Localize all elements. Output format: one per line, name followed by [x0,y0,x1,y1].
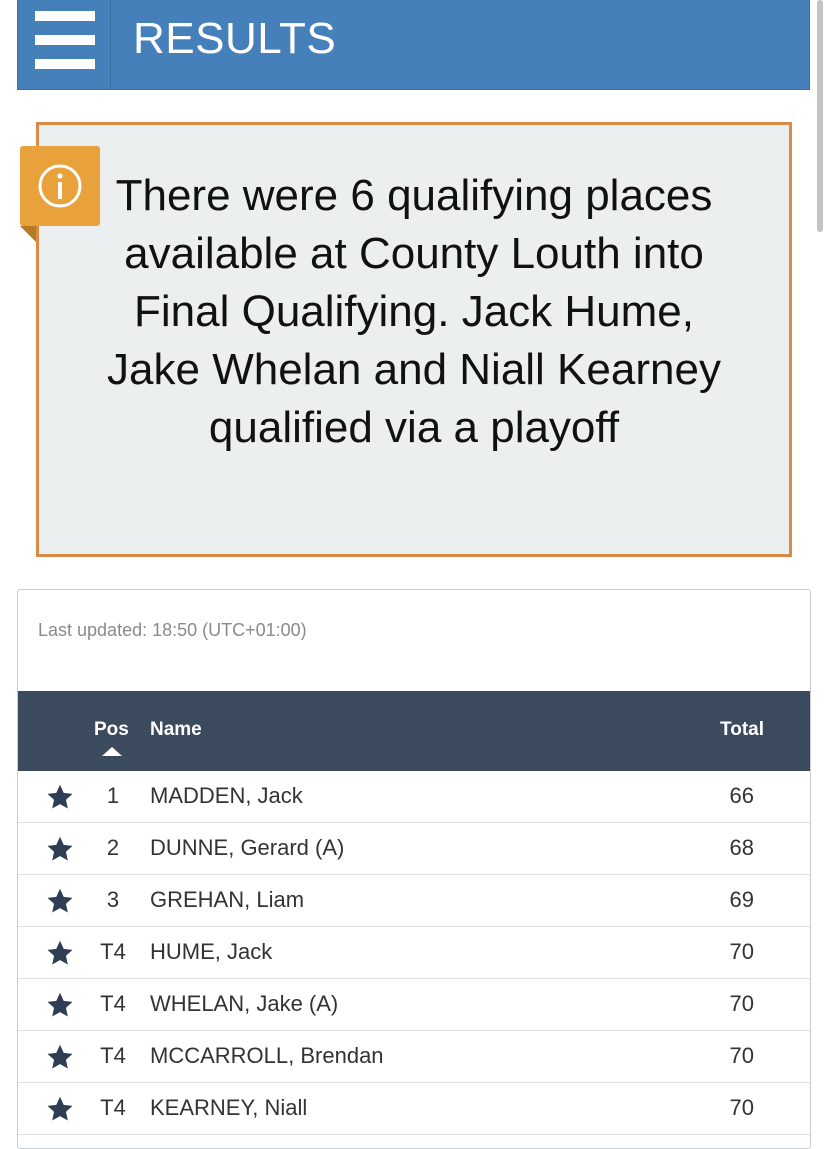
row-pos: T4 [100,939,126,964]
row-pos: 3 [106,887,120,912]
star-icon[interactable] [46,1095,74,1123]
row-total: 70 [729,1043,754,1068]
table-header: Pos Name Total [18,691,810,771]
row-total: 70 [729,991,754,1016]
table-row[interactable]: T4 WHELAN, Jake (A) 70 [18,979,810,1031]
row-name: HUME, Jack [150,939,273,964]
row-name: KEARNEY, Niall [150,1095,308,1120]
qualifying-notice: There were 6 qualifying places available… [36,122,792,557]
menu-bar-icon [35,10,95,21]
star-icon[interactable] [46,783,74,811]
star-icon[interactable] [46,887,74,915]
table-row[interactable]: T4 HUME, Jack 70 [18,927,810,979]
app-header: RESULTS [17,0,810,90]
star-icon[interactable] [46,1043,74,1071]
column-header-name[interactable]: Name [150,719,202,741]
star-icon[interactable] [46,939,74,967]
table-row[interactable]: T4 MCCARROLL, Brendan 70 [18,1031,810,1083]
row-name: DUNNE, Gerard (A) [150,835,345,860]
row-pos: 2 [106,835,120,860]
scrollbar[interactable] [817,0,823,232]
table-row[interactable]: 1 MADDEN, Jack 66 [18,771,810,823]
row-pos: 1 [106,783,120,808]
row-total: 66 [729,783,754,808]
row-total: 69 [729,887,754,912]
results-card: Last updated: 18:50 (UTC+01:00) Pos Name… [17,589,811,1149]
row-total: 70 [729,939,754,964]
notice-text: There were 6 qualifying places available… [107,171,721,452]
badge-fold [20,226,36,242]
table-row[interactable]: T4 KEARNEY, Niall 70 [18,1083,810,1135]
row-name: WHELAN, Jake (A) [150,991,339,1016]
sort-ascending-icon [102,747,122,756]
star-icon[interactable] [46,991,74,1019]
column-header-pos[interactable]: Pos [94,719,129,741]
row-total: 68 [729,835,754,860]
page-title: RESULTS [133,13,337,63]
info-icon [38,164,82,208]
info-badge [20,146,100,242]
last-updated-text: Last updated: 18:50 (UTC+01:00) [38,620,307,640]
row-name: MADDEN, Jack [150,783,303,808]
row-total: 70 [729,1095,754,1120]
row-name: GREHAN, Liam [150,887,305,912]
row-pos: T4 [100,1043,126,1068]
row-name: MCCARROLL, Brendan [150,1043,384,1068]
row-pos: T4 [100,1095,126,1120]
row-pos: T4 [100,991,126,1016]
table-row[interactable]: 2 DUNNE, Gerard (A) 68 [18,823,810,875]
results-table-body: 1 MADDEN, Jack 66 2 DUNNE, Gerard (A) 68… [18,771,810,1135]
table-row[interactable]: 3 GREHAN, Liam 69 [18,875,810,927]
hamburger-menu-button[interactable] [18,0,111,90]
menu-bar-icon [35,58,95,69]
column-header-total[interactable]: Total [720,719,764,741]
star-icon[interactable] [46,835,74,863]
menu-bar-icon [35,34,95,45]
